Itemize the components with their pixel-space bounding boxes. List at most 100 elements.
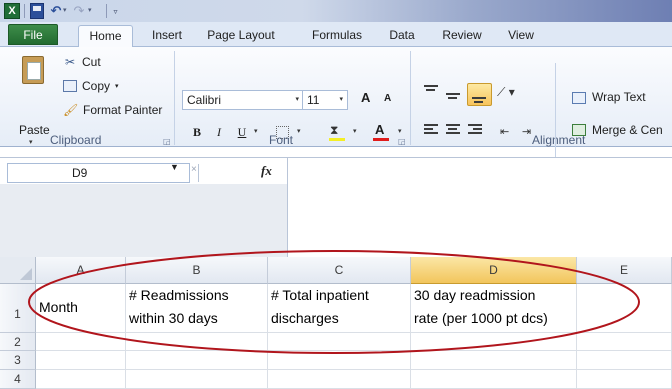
cell-e3[interactable] bbox=[577, 351, 672, 370]
fill-color-icon[interactable]: ⧗ bbox=[330, 123, 338, 138]
cell-c1-line2: discharges bbox=[271, 310, 339, 326]
select-all-corner[interactable] bbox=[0, 257, 36, 284]
copy-dropdown-icon[interactable]: ▾ bbox=[115, 82, 119, 90]
cell-b4[interactable] bbox=[126, 370, 268, 389]
cell-b3[interactable] bbox=[126, 351, 268, 370]
format-painter-button[interactable]: 🖌 Format Painter bbox=[63, 101, 162, 119]
cell-a3[interactable] bbox=[36, 351, 126, 370]
font-group-label: Font bbox=[269, 133, 294, 147]
underline-button[interactable]: U bbox=[235, 123, 249, 141]
cell-d1[interactable]: 30 day readmission rate (per 1000 pt dcs… bbox=[411, 284, 577, 333]
cell-d1-line2: rate (per 1000 pt dcs) bbox=[414, 310, 548, 326]
increase-indent-icon[interactable]: ⇥ bbox=[522, 125, 531, 138]
wrap-text-icon[interactable] bbox=[572, 92, 586, 104]
tab-file[interactable]: File bbox=[8, 24, 58, 45]
row-header-2[interactable]: 2 bbox=[0, 333, 36, 351]
cell-d1-line1: 30 day readmission bbox=[414, 287, 536, 303]
name-box[interactable]: D9 bbox=[7, 163, 190, 183]
merge-center-button[interactable]: Merge & Cen bbox=[592, 123, 663, 137]
formula-input[interactable] bbox=[287, 158, 672, 258]
align-middle-icon[interactable] bbox=[446, 89, 460, 101]
row-header-1[interactable]: 1 bbox=[0, 284, 36, 333]
redo-dropdown-icon[interactable]: ▾ bbox=[88, 6, 92, 14]
tab-view[interactable]: View bbox=[502, 25, 540, 47]
cell-c1-line1: # Total inpatient bbox=[271, 287, 369, 303]
cell-a2[interactable] bbox=[36, 333, 126, 351]
font-color-icon[interactable]: A bbox=[375, 122, 384, 137]
customize-toolbar-icon[interactable]: ▿ bbox=[111, 3, 120, 19]
paste-icon[interactable] bbox=[22, 56, 44, 84]
cell-d4[interactable] bbox=[411, 370, 577, 389]
tab-insert[interactable]: Insert bbox=[147, 25, 187, 47]
group-separator bbox=[174, 51, 175, 145]
cut-label: Cut bbox=[82, 55, 101, 69]
copy-icon bbox=[63, 80, 77, 92]
row-header-3[interactable]: 3 bbox=[0, 351, 36, 370]
tab-formulas[interactable]: Formulas bbox=[304, 25, 370, 47]
tab-review[interactable]: Review bbox=[437, 25, 487, 47]
cell-c2[interactable] bbox=[268, 333, 411, 351]
cell-d2[interactable] bbox=[411, 333, 577, 351]
orientation-icon[interactable]: ⟋ ▾ bbox=[497, 85, 515, 100]
shrink-font-icon[interactable]: A bbox=[384, 93, 391, 104]
cell-e1[interactable] bbox=[577, 284, 672, 333]
font-size-dropdown[interactable]: 11 ▾ bbox=[302, 90, 348, 110]
undo-icon[interactable]: ↶ bbox=[49, 3, 63, 19]
column-header-d[interactable]: D bbox=[411, 257, 577, 284]
cell-e2[interactable] bbox=[577, 333, 672, 351]
paintbrush-icon: 🖌 bbox=[63, 103, 79, 117]
row-header-4[interactable]: 4 bbox=[0, 370, 36, 389]
wrap-text-button[interactable]: Wrap Text bbox=[592, 90, 646, 104]
spreadsheet-grid: A B C D E 1 2 3 4 Month # Readmissions w… bbox=[0, 257, 672, 389]
cell-a4[interactable] bbox=[36, 370, 126, 389]
column-header-a[interactable]: A bbox=[36, 257, 126, 284]
cut-button[interactable]: ✂ Cut bbox=[63, 53, 101, 71]
cell-c3[interactable] bbox=[268, 351, 411, 370]
copy-label: Copy bbox=[82, 79, 111, 93]
tab-home[interactable]: Home bbox=[78, 25, 133, 48]
column-header-c[interactable]: C bbox=[268, 257, 411, 284]
group-separator bbox=[555, 63, 556, 157]
tab-data[interactable]: Data bbox=[384, 25, 420, 47]
copy-button[interactable]: Copy ▾ bbox=[63, 77, 119, 95]
fill-color-swatch bbox=[329, 138, 345, 141]
font-name-dropdown[interactable]: Calibri ▾ bbox=[182, 90, 304, 110]
paste-dropdown-icon[interactable]: ▾ bbox=[29, 138, 33, 146]
font-size-caret-icon: ▾ bbox=[339, 96, 343, 103]
title-bar: X ↶ ▾ ↷ ▾ ▿ bbox=[0, 0, 672, 22]
undo-dropdown-icon[interactable]: ▾ bbox=[63, 6, 67, 14]
cell-c1[interactable]: # Total inpatient discharges bbox=[268, 284, 411, 333]
italic-button[interactable]: I bbox=[212, 123, 226, 141]
scissors-icon: ✂ bbox=[64, 55, 76, 69]
column-header-e[interactable]: E bbox=[577, 257, 672, 284]
paste-button[interactable]: Paste bbox=[19, 123, 50, 137]
format-painter-label: Format Painter bbox=[83, 103, 163, 117]
clipboard-dialog-launcher-icon[interactable]: ◲ bbox=[163, 137, 171, 146]
bold-button[interactable]: B bbox=[190, 123, 204, 141]
font-dialog-launcher-icon[interactable]: ◲ bbox=[398, 137, 406, 146]
borders-dropdown-icon[interactable]: ▾ bbox=[297, 127, 301, 135]
font-name-value: Calibri bbox=[187, 93, 222, 107]
cell-b1[interactable]: # Readmissions within 30 days bbox=[126, 284, 268, 333]
excel-app-icon[interactable]: X bbox=[4, 3, 20, 19]
align-top-icon[interactable] bbox=[424, 85, 438, 97]
cell-c4[interactable] bbox=[268, 370, 411, 389]
cell-a1[interactable]: Month bbox=[36, 284, 126, 333]
save-icon[interactable] bbox=[30, 3, 44, 19]
decrease-indent-icon[interactable]: ⇤ bbox=[500, 125, 509, 138]
insert-function-icon[interactable]: fx bbox=[261, 163, 272, 179]
redo-icon[interactable]: ↷ bbox=[72, 3, 86, 19]
column-header-b[interactable]: B bbox=[126, 257, 268, 284]
align-left-icon[interactable] bbox=[424, 124, 438, 136]
align-center-icon[interactable] bbox=[446, 124, 460, 136]
cell-e4[interactable] bbox=[577, 370, 672, 389]
cell-d3[interactable] bbox=[411, 351, 577, 370]
font-color-dropdown-icon[interactable]: ▾ bbox=[398, 127, 402, 135]
underline-dropdown-icon[interactable]: ▾ bbox=[254, 127, 258, 135]
fill-color-dropdown-icon[interactable]: ▾ bbox=[353, 127, 357, 135]
cell-b2[interactable] bbox=[126, 333, 268, 351]
align-right-icon[interactable] bbox=[468, 124, 482, 136]
name-box-dropdown-icon[interactable]: ▼ bbox=[170, 162, 179, 172]
tab-page-layout[interactable]: Page Layout bbox=[196, 25, 286, 47]
grow-font-icon[interactable]: A bbox=[361, 90, 370, 105]
